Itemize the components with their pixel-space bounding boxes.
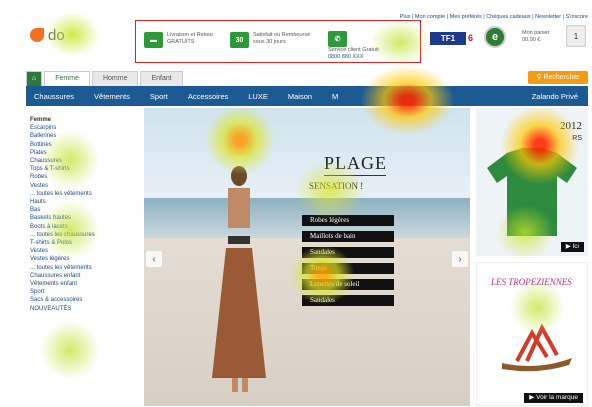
sidebar-item[interactable]: Escarpins xyxy=(30,124,140,132)
site-logo[interactable]: do xyxy=(30,25,130,45)
ad-tshirts[interactable]: 2012 RS ▶ Ici xyxy=(476,108,588,256)
hero-link-maillots[interactable]: Maillots de bain xyxy=(302,231,394,242)
tshirt-image xyxy=(487,148,577,236)
prev-arrow-icon[interactable]: ‹ xyxy=(146,251,162,267)
sidebar-item[interactable]: Bottines xyxy=(30,141,140,149)
sidebar-item[interactable]: Vestes xyxy=(30,182,140,190)
hero-divider xyxy=(324,175,386,176)
search-label: Rechercher xyxy=(543,74,580,81)
tf1-logo: TF1 xyxy=(430,32,466,45)
tab-femme[interactable]: Femme xyxy=(44,71,90,86)
nav-item-luxe[interactable]: LUXE xyxy=(248,92,268,101)
nav-item-sport[interactable]: Sport xyxy=(150,92,168,101)
truck-icon: ▬ xyxy=(144,32,163,48)
promo-phone: 0800 880 XXX xyxy=(328,54,364,60)
heatmap-spot xyxy=(40,320,100,380)
hero-sky xyxy=(144,108,470,198)
promo-service[interactable]: ✆ Service client Gratuit 0800 880 XXX xyxy=(328,31,388,61)
search-button[interactable]: ⚲ Rechercher xyxy=(528,71,588,84)
ad2-button[interactable]: ▶ Voir la marque xyxy=(524,393,583,403)
sidebar-item[interactable]: Femme xyxy=(30,116,140,124)
sidebar-item[interactable]: ... toutes les chaussures xyxy=(30,231,140,239)
sidebar-item[interactable]: Sport xyxy=(30,288,140,296)
nav-item-chaussures[interactable]: Chaussures xyxy=(34,92,74,101)
phone-icon: ✆ xyxy=(328,31,347,47)
sidebar-item[interactable]: ... toutes les vêtements xyxy=(30,190,140,198)
gender-tabs: ⌂ Femme Homme Enfant xyxy=(26,71,185,86)
sidebar-item[interactable]: Chaussures xyxy=(30,157,140,165)
trust-badge-icon[interactable]: e xyxy=(484,26,506,48)
hero-banner[interactable]: PLAGE SENSATION ! Robes légères Maillots… xyxy=(144,108,470,406)
promo-delivery[interactable]: ▬ Livraison et Retour GRATUITS xyxy=(144,32,227,48)
promo-delivery-text: Livraison et Retour GRATUITS xyxy=(167,32,214,45)
promo-box: ▬ Livraison et Retour GRATUITS 30 Satisf… xyxy=(135,20,421,63)
cart-title: Mon panier xyxy=(522,30,550,36)
promo-service-text: Service client Gratuit xyxy=(328,47,379,53)
tab-home[interactable]: ⌂ xyxy=(26,71,43,86)
hero-link-sandales[interactable]: Sandales xyxy=(302,247,394,258)
ad-tropeziennes[interactable]: LES TROPEZIENNES ▶ Voir la marque xyxy=(476,262,588,406)
ad1-button[interactable]: ▶ Ici xyxy=(560,242,584,252)
thirty-days-icon: 30 xyxy=(230,32,249,48)
hero-title: PLAGE xyxy=(324,153,387,173)
sidebar-item[interactable]: Chaussures enfant xyxy=(30,272,140,280)
sidebar-item[interactable]: ... toutes les vêtements xyxy=(30,264,140,272)
sidebar-item[interactable]: Baskets hautes xyxy=(30,214,140,222)
hero-link-lunettes[interactable]: Lunettes de soleil xyxy=(302,279,394,290)
nav-item-vetements[interactable]: Vêtements xyxy=(94,92,130,101)
logo-text: do xyxy=(48,26,65,44)
hero-link-robes[interactable]: Robes légères xyxy=(302,215,394,226)
sidebar-item[interactable]: Vêtements enfant xyxy=(30,280,140,288)
nav-item-maison[interactable]: Maison xyxy=(288,92,312,101)
tab-enfant[interactable]: Enfant xyxy=(140,71,183,86)
sidebar-item[interactable]: Boots à lacets xyxy=(30,223,140,231)
cart-value: 00,00 € xyxy=(522,37,541,43)
hero-subtitle: SENSATION ! xyxy=(309,181,364,191)
sidebar-item[interactable]: Ballerines xyxy=(30,132,140,140)
sidebar-item[interactable]: Hauts xyxy=(30,198,140,206)
ad1-title: 2012 xyxy=(560,120,582,132)
sidebar: Femme Escarpins Ballerines Bottines Plates Ch… xyxy=(30,116,140,313)
nav-item-zalando-prive[interactable]: Zalando Privé xyxy=(532,92,578,101)
hero-link-sandales-2[interactable]: Sandales xyxy=(302,295,394,306)
sidebar-item[interactable]: T-shirts & Polos xyxy=(30,239,140,247)
sidebar-item[interactable]: NOUVEAUTÉS xyxy=(30,305,140,313)
cart-bag-icon[interactable]: 1 xyxy=(566,25,586,47)
sidebar-item[interactable]: Tops & T-shirts xyxy=(30,165,140,173)
sidebar-item[interactable]: Vestes légères xyxy=(30,255,140,263)
sidebar-item[interactable]: Bas xyxy=(30,206,140,214)
sandal-image xyxy=(502,323,572,372)
promo-refund[interactable]: 30 Satisfait ou Remboursé sous 30 jours xyxy=(230,32,315,48)
model-image xyxy=(212,166,266,392)
logo-icon xyxy=(30,28,44,42)
promo-refund-text: Satisfait ou Remboursé sous 30 jours xyxy=(253,32,311,45)
sidebar-item[interactable]: Vestes xyxy=(30,247,140,255)
ad1-subtitle: RS xyxy=(572,135,582,142)
main-nav: Chaussures Vêtements Sport Accessoires L… xyxy=(26,86,588,106)
sidebar-item[interactable]: Plates xyxy=(30,149,140,157)
ad2-title: LES TROPEZIENNES xyxy=(491,277,572,287)
hero-link-tongs[interactable]: Tongs xyxy=(302,263,394,274)
top-links[interactable]: Plus | Mon compte | Mes préférés | Chèqu… xyxy=(400,14,588,20)
sidebar-item[interactable]: Sacs & accessoires xyxy=(30,296,140,304)
m6-logo: 6 xyxy=(468,33,474,43)
nav-item-accessoires[interactable]: Accessoires xyxy=(188,92,228,101)
tab-homme[interactable]: Homme xyxy=(91,71,139,86)
cart-summary[interactable]: Mon panier 00,00 € xyxy=(522,30,550,44)
nav-item-m[interactable]: M xyxy=(332,92,338,101)
next-arrow-icon[interactable]: › xyxy=(452,251,468,267)
sidebar-item[interactable]: Robes xyxy=(30,173,140,181)
